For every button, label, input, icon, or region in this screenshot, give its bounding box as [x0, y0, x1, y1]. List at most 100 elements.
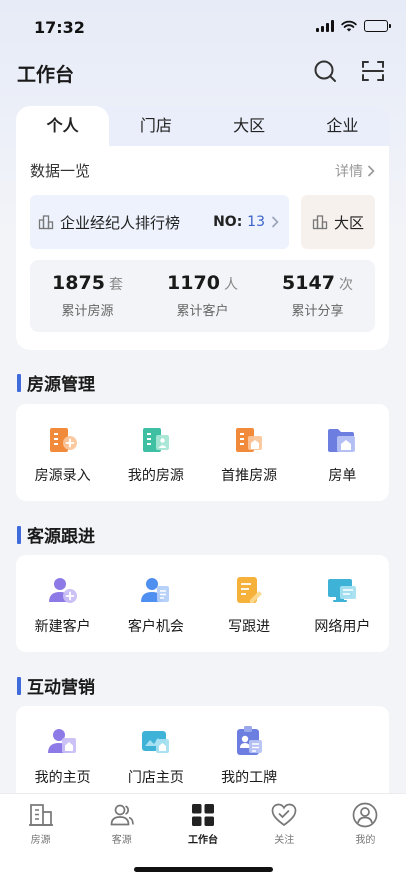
grid-item-add-customer[interactable]: 新建客户 — [16, 555, 109, 652]
section-title-text: 客源跟进 — [27, 527, 95, 547]
status-icons — [316, 20, 391, 32]
network-user-icon — [328, 579, 357, 602]
grid-item-house-list[interactable]: 房单 — [296, 404, 389, 501]
store-homepage-icon — [141, 731, 169, 753]
wifi-icon — [341, 20, 357, 32]
section-title-listings: 房源管理 — [17, 370, 95, 395]
section-title-customers: 客源跟进 — [17, 522, 95, 547]
tab-store[interactable]: 门店 — [109, 106, 202, 146]
customer-opportunity-icon — [140, 578, 169, 602]
stat-unit: 人 — [223, 277, 238, 293]
stat-shares[interactable]: 5147 次 累计分享 — [260, 260, 375, 332]
status-time: 17:32 — [34, 18, 85, 37]
tab-personal[interactable]: 个人 — [16, 106, 110, 146]
profile-icon — [353, 802, 378, 828]
grid-item-label: 我的房源 — [127, 468, 184, 484]
section-title-text: 房源管理 — [27, 375, 95, 395]
featured-listings-icon — [236, 428, 263, 452]
grid-item-label: 门店主页 — [127, 770, 184, 786]
grid-item-label: 写跟进 — [228, 619, 271, 635]
grid-item-label: 客户机会 — [127, 619, 184, 635]
stat-customers[interactable]: 1170 人 累计客户 — [145, 260, 260, 332]
tabbar-item-listings[interactable]: 房源 — [0, 794, 81, 883]
region-button[interactable]: 大区 — [301, 195, 375, 249]
section-accent-bar — [17, 676, 21, 695]
tabbar-label: 房源 — [30, 835, 51, 846]
tab-enterprise[interactable]: 企业 — [296, 106, 389, 146]
grid-item-label: 新建客户 — [34, 619, 91, 635]
grid-item-store-homepage[interactable]: 门店主页 — [109, 706, 202, 803]
house-list-icon — [328, 429, 356, 452]
ranking-button[interactable]: 企业经纪人排行榜 NO: 13 — [30, 195, 289, 249]
grid-icon — [192, 804, 214, 826]
section-accent-bar — [17, 525, 21, 544]
tabbar-label: 我的 — [355, 835, 376, 846]
customers-grid: 新建客户 客户机会 写跟进 网络用户 — [16, 555, 389, 652]
home-indicator — [134, 867, 273, 872]
ranking-no-value: 13 — [247, 214, 265, 230]
people-icon — [110, 804, 134, 826]
stat-caption: 累计客户 — [176, 304, 229, 319]
building-icon — [28, 804, 53, 826]
stat-listings[interactable]: 1875 套 累计房源 — [30, 260, 145, 332]
badge-icon — [237, 726, 263, 755]
grid-item-my-homepage[interactable]: 我的主页 — [16, 706, 109, 803]
grid-item-customer-opportunity[interactable]: 客户机会 — [109, 555, 202, 652]
stats-panel: 1875 套 累计房源 1170 人 累计客户 5147 次 累计分享 — [30, 260, 375, 332]
tabbar-label: 工作台 — [188, 835, 218, 846]
ranking-number: NO: 13 — [213, 214, 265, 230]
grid-item-label: 首推房源 — [221, 468, 278, 484]
chevron-right-icon — [271, 216, 279, 228]
stat-unit: 套 — [108, 277, 123, 293]
grid-item-my-listings[interactable]: 我的房源 — [109, 404, 202, 501]
grid-item-write-followup[interactable]: 写跟进 — [203, 555, 296, 652]
bar-chart-icon — [312, 215, 328, 230]
search-icon[interactable] — [312, 58, 338, 84]
section-title-marketing: 互动营销 — [17, 673, 95, 698]
tabbar-item-profile[interactable]: 我的 — [325, 794, 406, 883]
house-entry-icon — [49, 428, 77, 452]
grid-item-featured-listings[interactable]: 首推房源 — [203, 404, 296, 501]
detail-link[interactable]: 详情 — [335, 161, 375, 181]
stat-value: 1875 — [52, 272, 105, 294]
grid-item-label: 我的主页 — [34, 770, 91, 786]
chevron-right-icon — [367, 164, 375, 177]
status-bar: 17:32 — [0, 0, 406, 54]
signal-icon — [316, 20, 334, 32]
overview-card: 个人 门店 大区 企业 数据一览 详情 企业经纪人排行榜 NO: 13 大区 1… — [16, 106, 389, 350]
scope-tabs: 个人 门店 大区 企业 — [16, 106, 389, 146]
scan-icon[interactable] — [360, 58, 386, 84]
grid-item-network-user[interactable]: 网络用户 — [296, 555, 389, 652]
my-homepage-icon — [47, 729, 76, 753]
grid-item-label: 房源录入 — [34, 468, 91, 484]
tabbar-label: 关注 — [274, 835, 295, 846]
my-listings-icon — [142, 428, 169, 452]
stat-caption: 累计分享 — [291, 304, 344, 319]
grid-item-badge[interactable]: 我的工牌 — [203, 706, 296, 803]
stat-caption: 累计房源 — [61, 304, 114, 319]
ranking-label: 企业经纪人排行榜 — [60, 213, 181, 232]
bar-chart-icon — [38, 215, 54, 230]
stat-unit: 次 — [338, 277, 353, 293]
section-title-text: 互动营销 — [27, 678, 95, 698]
ranking-no-label: NO: — [213, 214, 243, 230]
grid-item-label: 网络用户 — [314, 619, 371, 635]
section-accent-bar — [17, 373, 21, 392]
battery-icon — [364, 20, 391, 32]
grid-item-label: 我的工牌 — [221, 770, 278, 786]
tabbar-label: 客源 — [111, 835, 132, 846]
region-label: 大区 — [333, 213, 364, 232]
tab-region[interactable]: 大区 — [203, 106, 296, 146]
marketing-grid: 我的主页 门店主页 我的工牌 — [16, 706, 389, 803]
page-title: 工作台 — [17, 64, 75, 86]
listings-grid: 房源录入 我的房源 首推房源 房单 — [16, 404, 389, 501]
overview-title: 数据一览 — [30, 162, 91, 180]
add-customer-icon — [48, 578, 77, 603]
grid-item-house-entry[interactable]: 房源录入 — [16, 404, 109, 501]
header-actions — [312, 58, 386, 84]
heart-icon — [271, 803, 297, 827]
detail-label: 详情 — [335, 163, 363, 180]
stat-value: 5147 — [282, 272, 335, 294]
write-followup-icon — [237, 577, 263, 603]
ranking-row: 企业经纪人排行榜 NO: 13 大区 — [30, 195, 375, 249]
